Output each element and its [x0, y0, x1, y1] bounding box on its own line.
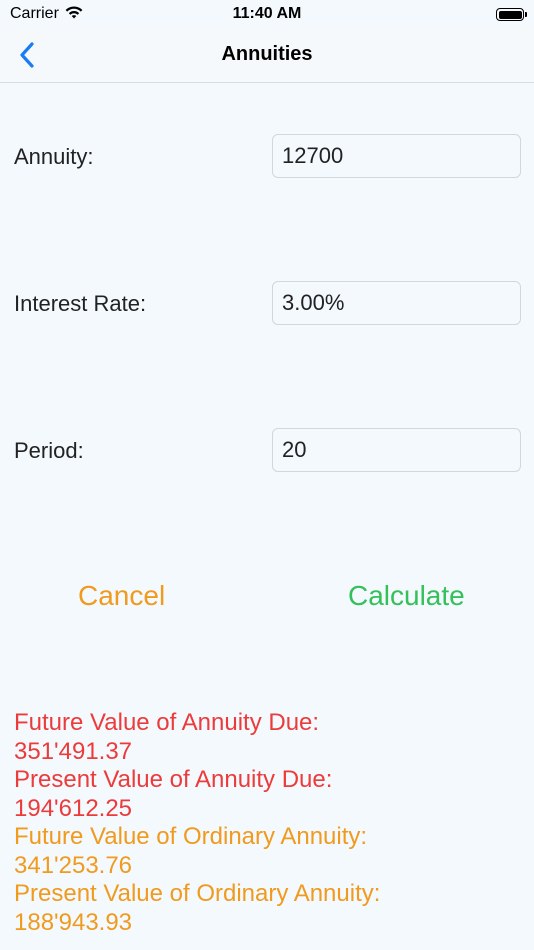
fv-ordinary-annuity-label: Future Value of Ordinary Annuity:: [14, 823, 368, 850]
pv-annuity-due-value: 194'612.25: [14, 794, 133, 822]
pv-ordinary-annuity-label: Present Value of Ordinary Annuity:: [14, 880, 381, 907]
period-row: Period:: [0, 428, 534, 474]
page-title: Annuities: [221, 43, 313, 65]
battery-icon: [496, 8, 527, 21]
period-input[interactable]: [272, 428, 521, 472]
interest-rate-row: Interest Rate:: [0, 281, 534, 327]
interest-rate-input[interactable]: [272, 281, 521, 325]
interest-rate-label: Interest Rate:: [14, 291, 147, 316]
fv-annuity-due-label: Future Value of Annuity Due:: [14, 709, 320, 736]
screen: Carrier 11:40 AM Annuities Annuity: Inte…: [0, 0, 534, 950]
pv-ordinary-annuity-value: 188'943.93: [14, 908, 133, 936]
period-label: Period:: [14, 438, 84, 463]
annuity-label: Annuity:: [14, 144, 94, 169]
calculate-button[interactable]: Calculate: [348, 580, 465, 612]
cancel-button[interactable]: Cancel: [78, 580, 165, 612]
fv-ordinary-annuity-value: 341'253.76: [14, 851, 133, 879]
annuity-input[interactable]: [272, 134, 521, 178]
navigation-bar: Annuities: [0, 28, 534, 83]
clock: 11:40 AM: [232, 5, 302, 22]
results-panel: Future Value of Annuity Due: 351'491.37 …: [14, 709, 524, 937]
annuity-row: Annuity:: [0, 134, 534, 180]
pv-annuity-due-label: Present Value of Annuity Due:: [14, 766, 333, 793]
status-bar: Carrier 11:40 AM: [0, 0, 534, 28]
fv-annuity-due-value: 351'491.37: [14, 737, 133, 765]
